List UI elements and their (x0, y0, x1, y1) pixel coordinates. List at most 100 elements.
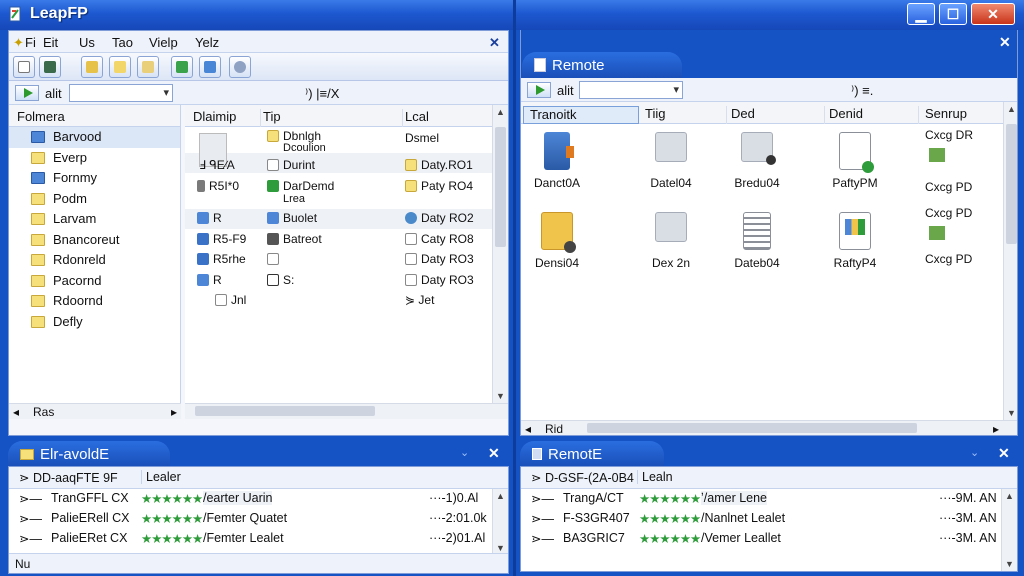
col-tag[interactable]: Tiig (643, 106, 727, 124)
server-cell[interactable]: Cxcg PD (925, 180, 972, 194)
queue-row[interactable]: ⋗— BA3GRIC7 ★★★★★★ /Vemer Leallet ···-3M… (521, 531, 1001, 551)
disk-button[interactable] (39, 56, 61, 78)
tree-item[interactable]: Everp (9, 148, 180, 169)
file-local-cell[interactable]: Paty RO4 (405, 179, 473, 193)
menu-tools[interactable]: Tao (112, 35, 133, 50)
file-name-cell[interactable]: Jnl (215, 293, 246, 307)
menu-window[interactable]: Vielp (149, 35, 178, 50)
new-doc-button[interactable] (13, 56, 35, 78)
sync-button[interactable] (199, 56, 221, 78)
remote-file-tile[interactable]: RaftyP4 (815, 212, 895, 270)
server-cell[interactable]: Cxcg PD (925, 252, 972, 266)
remote-queue-tab[interactable]: RemotE (520, 441, 664, 467)
tree-item[interactable]: Fornmy (9, 168, 180, 189)
go-arrow-icon[interactable] (15, 85, 39, 101)
file-type-cell[interactable]: Dbnlgh (267, 129, 321, 143)
scroll-up-icon[interactable]: ▲ (1007, 104, 1016, 114)
server-cell[interactable]: Cxcg PD (925, 206, 972, 220)
file-local-cell[interactable]: Daty RO3 (405, 252, 474, 266)
local-close-icon[interactable]: ✕ (489, 35, 500, 51)
scroll-up-icon[interactable]: ▲ (496, 491, 505, 501)
file-local-cell[interactable]: Daty.RO1 (405, 158, 473, 172)
scroll-thumb[interactable] (1006, 124, 1017, 244)
remote-file-tile[interactable]: Densi04 (521, 212, 597, 270)
file-name-cell[interactable]: R5-F9 (197, 232, 246, 246)
settings-gear-icon[interactable] (229, 56, 251, 78)
tree-item[interactable]: Barvood (9, 127, 180, 148)
queue-col-leader[interactable]: Lealer (141, 470, 181, 484)
remote-file-tile[interactable]: Bredu04 (717, 132, 797, 190)
remote-file-tile[interactable]: Danct0A (521, 132, 597, 190)
menu-star-icon[interactable]: ✦ (13, 35, 24, 51)
col-date[interactable]: Ded (729, 106, 825, 124)
remote-file-tile[interactable]: Dex 2n (631, 212, 711, 270)
queue-col-file[interactable]: ⋗ DD-aaqFTE 9F (19, 470, 118, 485)
scroll-thumb[interactable] (495, 127, 506, 247)
tree-item[interactable]: Defly (9, 312, 180, 333)
file-type-cell[interactable]: DarDemd (267, 179, 334, 193)
menu-edit[interactable]: Eit (43, 35, 58, 50)
hscroll-thumb[interactable] (587, 423, 917, 433)
maximize-button[interactable]: ☐ (939, 3, 967, 25)
local-hscroll[interactable] (185, 403, 508, 419)
local-path-dropdown[interactable] (69, 84, 173, 102)
tree-item[interactable]: Podm (9, 189, 180, 210)
col-local[interactable]: Lcal (405, 109, 495, 127)
tree-item[interactable]: Bnancoreut (9, 230, 180, 251)
remote-file-tile[interactable]: Dateb04 (717, 212, 797, 270)
col-detail[interactable]: Denid (827, 106, 919, 124)
window-close-button[interactable]: ✕ (971, 3, 1015, 25)
col-type[interactable]: Tip (263, 109, 403, 127)
scroll-up-icon[interactable]: ▲ (1005, 491, 1014, 501)
remote-close-icon[interactable]: ✕ (999, 34, 1011, 51)
remote-queue-vscroll[interactable]: ▲ ▼ (1001, 489, 1017, 571)
local-queue-vscroll[interactable]: ▲ ▼ (492, 489, 508, 555)
queue-row[interactable]: ⋗— TrangA/CT ★★★★★★ ʼ/amer Lene ···-9M. … (521, 491, 1001, 511)
remote-queue-close-icon[interactable]: ✕ (998, 445, 1010, 462)
col-name[interactable]: Dlaimip (193, 109, 261, 127)
user-button[interactable] (81, 56, 103, 78)
tree-item[interactable]: Larvam (9, 209, 180, 230)
file-local-cell[interactable]: Caty RO8 (405, 232, 474, 246)
remote-file-tile[interactable]: PaftyPM (815, 132, 895, 190)
queue-row[interactable]: ⋗— PalieERet CX ★★★★★★ /Femter Lealet ··… (9, 531, 492, 551)
tree-item[interactable]: Rdonreld (9, 250, 180, 271)
go-arrow-icon[interactable] (527, 82, 551, 98)
menu-file[interactable]: Fi (25, 35, 36, 50)
file-local-cell[interactable]: Daty RO2 (405, 211, 474, 225)
file-type-cell[interactable]: S: (267, 273, 294, 287)
queue-row[interactable]: ⋗— F-S3GR407 ★★★★★★ /Nanlnet Lealet ···-… (521, 511, 1001, 531)
remote-address-actions[interactable]: ⁾) ≡. (851, 83, 873, 99)
menu-view[interactable]: Us (79, 35, 95, 50)
remote-path-dropdown[interactable] (579, 81, 683, 99)
remote-file-tile[interactable]: Datel04 (631, 132, 711, 190)
scroll-left-icon[interactable]: ◂ (13, 405, 19, 419)
queue-col-file[interactable]: ⋗ D-GSF-(2A-0B4 (531, 470, 634, 485)
menu-help[interactable]: Yelz (195, 35, 219, 50)
scroll-left-icon[interactable]: ◂ (525, 422, 531, 435)
file-local-cell[interactable]: Dsmel (405, 131, 439, 145)
hscroll-thumb[interactable] (195, 406, 375, 416)
minimize-button[interactable]: ▁ (907, 3, 935, 25)
file-name-cell[interactable]: R (197, 273, 222, 287)
local-queue-tab[interactable]: Elr-avoldE (8, 441, 170, 467)
scroll-down-icon[interactable]: ▼ (496, 543, 505, 553)
queue-row[interactable]: ⋗— TranGFFL CX ★★★★★★ /earter Uarin ···-… (9, 491, 492, 511)
tree-item[interactable]: Pacornd (9, 271, 180, 292)
col-server[interactable]: Senrup (923, 106, 1003, 124)
file-type-cell[interactable]: Durint (267, 158, 315, 172)
file-type-cell[interactable]: Buolet (267, 211, 317, 225)
file-type-cell[interactable]: Batreot (267, 232, 322, 246)
tree-hscroll[interactable]: ◂ Ras ▸ (9, 403, 181, 419)
local-queue-close-icon[interactable]: ✕ (488, 445, 500, 462)
queue-col-leader[interactable]: Lealn (637, 470, 673, 484)
col-transfer[interactable]: Tranoitk (523, 106, 639, 124)
remote-hscroll[interactable]: ◂ Rid ▸ (521, 420, 1017, 435)
file-local-cell[interactable]: ⋟ Jet (405, 293, 434, 307)
local-vscroll[interactable]: ▲ ▼ (492, 105, 508, 403)
file-name-cell[interactable]: Ⅎ ᑫΕ∕Α (199, 158, 235, 172)
tree-item[interactable]: Rdoornd (9, 291, 180, 312)
open-folder-button[interactable] (109, 56, 131, 78)
checkbox-icon[interactable] (267, 274, 279, 286)
queue-row[interactable]: ⋗— PalieERell CX ★★★★★★ /Femter Quatet ·… (9, 511, 492, 531)
